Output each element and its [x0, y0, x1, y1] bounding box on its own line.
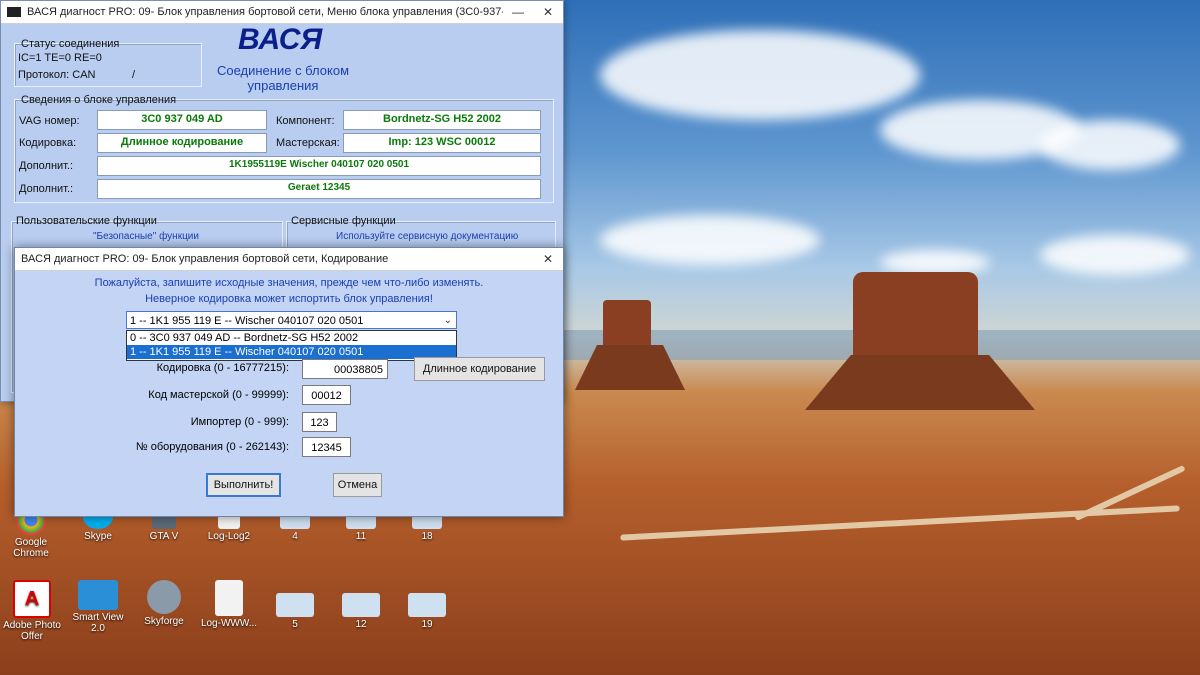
minimize-button[interactable]: — — [503, 5, 533, 19]
desktop-icon-label: Log-Log2 — [207, 531, 251, 542]
execute-button[interactable]: Выполнить! — [206, 473, 281, 497]
extra1-field: 1K1955119E Wischer 040107 020 0501 — [97, 156, 541, 176]
chevron-down-icon[interactable]: ⌄ — [444, 312, 452, 330]
workshop-code-label: Код мастерской (0 - 99999): — [148, 389, 289, 401]
module-select-value: 1 -- 1K1 955 119 E -- Wischer 040107 020… — [130, 315, 364, 327]
user-functions-title: Пользовательские функции — [16, 215, 157, 227]
module-select[interactable]: 1 -- 1K1 955 119 E -- Wischer 040107 020… — [126, 311, 457, 329]
importer-input[interactable]: 123 — [302, 412, 337, 432]
coding-dialog-titlebar[interactable]: ВАСЯ диагност PRO: 09- Блок управления б… — [15, 248, 563, 271]
long-coding-button[interactable]: Длинное кодирование — [414, 357, 545, 381]
coding-field: Длинное кодирование — [97, 133, 267, 153]
desktop-icon-label: 19 — [421, 619, 433, 630]
image-file-icon — [276, 593, 314, 617]
desktop-icon-label: Google Chrome — [13, 537, 49, 559]
main-window-titlebar[interactable]: ВАСЯ диагност PRO: 09- Блок управления б… — [1, 1, 563, 24]
coding-dialog-title: ВАСЯ диагност PRO: 09- Блок управления б… — [21, 253, 389, 265]
desktop-icon-skyforge[interactable]: Skyforge — [131, 580, 197, 627]
desktop-icon-label: Smart View 2.0 — [72, 612, 124, 634]
vag-number-label: VAG номер: — [19, 115, 80, 127]
image-file-icon — [342, 593, 380, 617]
dropdown-option-selected[interactable]: 1 -- 1K1 955 119 E -- Wischer 040107 020… — [127, 345, 456, 359]
desktop-icon-label: Log-WWW... — [200, 618, 258, 629]
dialog-close-button[interactable]: ✕ — [533, 252, 563, 266]
document-icon — [215, 580, 243, 616]
main-window-title: ВАСЯ диагност PRO: 09- Блок управления б… — [27, 6, 503, 18]
desktop-icon-adobe-photo-offer[interactable]: A Adobe Photo Offer — [0, 580, 65, 642]
desktop-icon-label: 12 — [355, 619, 367, 630]
vag-number-field: 3C0 937 049 AD — [97, 110, 267, 130]
coding-label: Кодировка: — [19, 137, 77, 149]
extra2-field: Geraet 12345 — [97, 179, 541, 199]
service-functions-title: Сервисные функции — [291, 215, 396, 227]
app-logo: ВАСЯ — [238, 23, 323, 56]
desktop-icon-label: 11 — [355, 531, 367, 542]
coding-value-label: Кодировка (0 - 16777215): — [156, 362, 289, 374]
desktop-icon-label: Adobe Photo Offer — [3, 620, 61, 642]
warning-line-2: Неверное кодировка может испортить блок … — [145, 293, 433, 305]
workshop-label: Мастерская: — [276, 137, 340, 149]
component-label: Компонент: — [276, 115, 335, 127]
connection-status-title: Статус соединения — [21, 38, 120, 50]
component-field: Bordnetz-SG H52 2002 — [343, 110, 541, 130]
ecu-info-title: Сведения о блоке управления — [21, 94, 177, 106]
extra2-label: Дополнит.: — [19, 183, 74, 195]
coding-value-input[interactable]: 00038805 — [302, 359, 388, 379]
module-dropdown: 0 -- 3C0 937 049 AD -- Bordnetz-SG H52 2… — [126, 330, 457, 361]
desktop-icon-19[interactable]: 19 — [394, 593, 460, 630]
warning-line-1: Пожалуйста, запишите исходные значения, … — [94, 277, 484, 289]
desktop-icon-label: Skyforge — [144, 616, 184, 627]
importer-label: Импортер (0 - 999): — [190, 416, 289, 428]
protocol-value: / — [132, 69, 136, 81]
close-button[interactable]: ✕ — [533, 5, 563, 19]
image-file-icon — [408, 593, 446, 617]
connection-message: Соединение с блоком управления — [216, 63, 350, 93]
service-functions-subtitle: Используйте сервисную документацию — [336, 231, 519, 242]
skyforge-icon — [147, 580, 181, 614]
desktop-icon-smart-view[interactable]: Smart View 2.0 — [65, 580, 131, 634]
desktop-icon-label: Skype — [84, 531, 112, 542]
desktop-icon-label: 4 — [292, 531, 298, 542]
protocol-label: Протокол: CAN — [18, 69, 96, 81]
desktop-icon-log-www[interactable]: Log-WWW... — [196, 580, 262, 629]
user-functions-subtitle: "Безопасные" функции — [93, 231, 199, 242]
extra1-label: Дополнит.: — [19, 160, 74, 172]
samsung-smart-view-icon — [78, 580, 118, 610]
workshop-field: Imp: 123 WSC 00012 — [343, 133, 541, 153]
coding-dialog: ВАСЯ диагност PRO: 09- Блок управления б… — [14, 247, 564, 517]
equipment-number-label: № оборудования (0 - 262143): — [135, 441, 289, 453]
desktop-icon-label: 5 — [292, 619, 298, 630]
cancel-button[interactable]: Отмена — [333, 473, 382, 497]
desktop-icon-5[interactable]: 5 — [262, 593, 328, 630]
equipment-number-input[interactable]: 12345 — [302, 437, 351, 457]
adobe-icon: A — [13, 580, 51, 618]
dropdown-option[interactable]: 0 -- 3C0 937 049 AD -- Bordnetz-SG H52 2… — [127, 331, 456, 345]
app-icon — [7, 7, 21, 17]
desktop-icon-label: 18 — [421, 531, 433, 542]
connection-status-line: IC=1 TE=0 RE=0 — [18, 52, 102, 64]
desktop-icon-label: GTA V — [149, 531, 179, 542]
desktop-icon-12[interactable]: 12 — [328, 593, 394, 630]
workshop-code-input[interactable]: 00012 — [302, 385, 351, 405]
